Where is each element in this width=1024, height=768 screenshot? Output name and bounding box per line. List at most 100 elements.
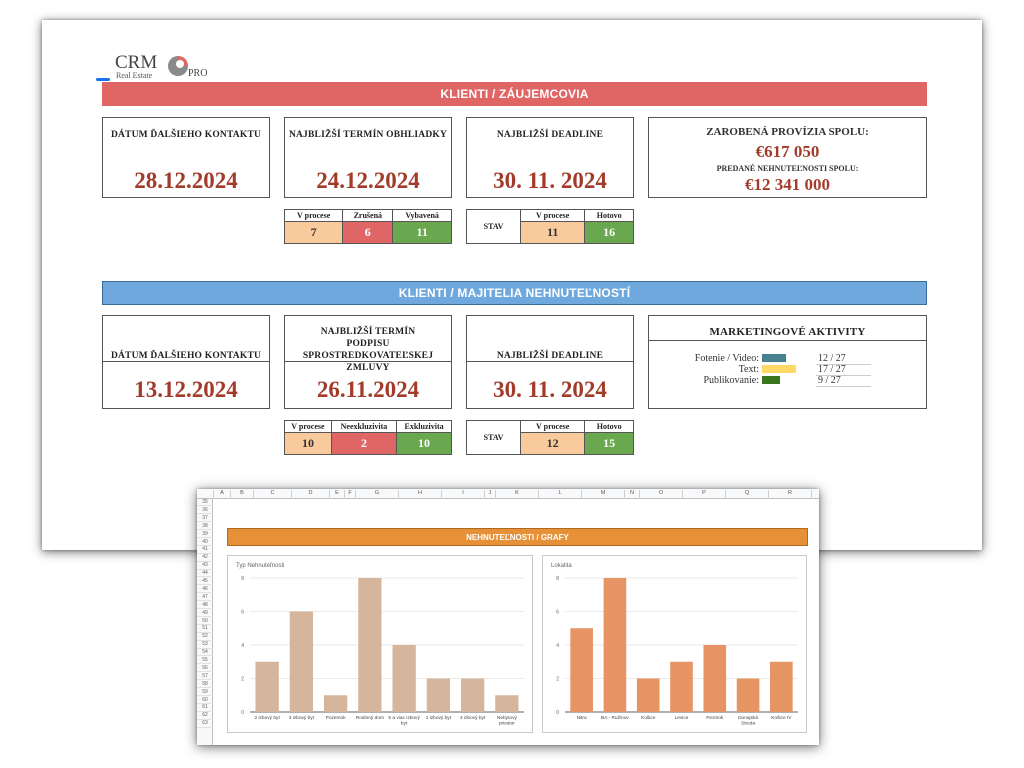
column-header[interactable]: S [811, 490, 819, 499]
next-contact-date: 28.12.2024 [134, 168, 238, 193]
row-header[interactable]: 62 [197, 712, 213, 720]
column-header[interactable]: I [441, 490, 484, 499]
row-header[interactable]: 42 [197, 554, 213, 562]
status-header: Neexkluzivita [330, 420, 398, 433]
column-header[interactable]: C [253, 490, 291, 499]
cell-selection-handle[interactable] [96, 78, 110, 81]
column-header[interactable]: P [682, 490, 725, 499]
status-header: Hotovo [584, 209, 634, 222]
owner-deadline-status-table: STAV V procese Hotovo 12 15 [466, 420, 634, 455]
row-header[interactable]: 48 [197, 602, 213, 610]
row-header[interactable]: 60 [197, 697, 213, 704]
chart-bar [570, 628, 593, 712]
x-tick-label: Nebytový [497, 715, 518, 721]
row-header[interactable]: 46 [197, 586, 213, 594]
row-header[interactable]: 55 [197, 657, 213, 665]
row-header[interactable]: 41 [197, 546, 213, 554]
chart-bar [460, 678, 485, 712]
marketing-progress-bar [762, 354, 786, 362]
column-header-bar: ABCDEFGHIJKLMNOPQRS [197, 489, 819, 499]
row-header[interactable]: 39 [197, 531, 213, 538]
column-header[interactable]: B [230, 490, 253, 499]
section-banner-clients: KLIENTI / ZÁUJEMCOVIA [102, 82, 927, 106]
row-header[interactable]: 57 [197, 673, 213, 681]
row-header[interactable]: 59 [197, 689, 213, 696]
column-header[interactable]: N [624, 490, 639, 499]
logo-suffix-text: PRO [188, 68, 208, 79]
owner-next-contact-card: DÁTUM ĎALŠIEHO KONTAKTU 13.12.2024 [102, 315, 270, 409]
row-header[interactable]: 58 [197, 681, 213, 689]
owner-next-contact-date: 13.12.2024 [134, 377, 238, 402]
location-chart-svg: 0 2 4 6 8 Nitra BA - Ružinov Košice Levice Pezino… [556, 576, 798, 727]
x-tick-label: Košice [641, 715, 656, 721]
x-tick-label: 1 izbový byt [426, 715, 452, 721]
viewing-status-table: V procese Zrušená Vybavená 7 6 11 [283, 209, 452, 244]
row-header[interactable]: 35 [197, 499, 213, 507]
row-header[interactable]: 43 [197, 562, 213, 570]
row-header[interactable]: 54 [197, 649, 213, 657]
dashboard-sheet: C R M Real Estate PRO KLIENTI / ZÁUJEMCOVI… [42, 20, 982, 550]
column-header[interactable]: E [329, 490, 344, 499]
column-header[interactable]: J [484, 490, 495, 499]
row-header[interactable]: 37 [197, 515, 213, 523]
column-header[interactable]: H [398, 490, 441, 499]
row-header[interactable]: 51 [197, 625, 213, 633]
row-header[interactable]: 40 [197, 539, 213, 546]
column-header[interactable]: A [213, 490, 230, 499]
location-chart[interactable]: Lokalita 0 2 4 6 8 Nitra BA - Ružinov Košice Lev… [542, 555, 807, 733]
row-header[interactable]: 63 [197, 720, 213, 728]
chart-bar [392, 645, 416, 712]
x-tick-label: byt [401, 721, 408, 727]
column-header[interactable]: G [355, 490, 398, 499]
column-header[interactable]: F [344, 490, 355, 499]
logo-sub-text: Real Estate [116, 71, 153, 80]
next-viewing-label: NAJBLIŽŠÍ TERMÍN OBHLIADKY [288, 130, 448, 140]
y-tick-label: 2 [556, 677, 559, 683]
chart-bar [736, 678, 760, 712]
stav-label: STAV [466, 209, 521, 244]
row-header[interactable]: 61 [197, 704, 213, 712]
y-tick-label: 6 [556, 610, 559, 616]
marketing-row-label: Publikovanie: [703, 375, 759, 386]
row-header[interactable]: 47 [197, 594, 213, 602]
column-header[interactable]: K [495, 490, 538, 499]
marketing-row-label: Fotenie / Video: [694, 353, 759, 364]
row-header-bar: 35 36 37 38 39 40 41 42 43 44 45 46 47 48 49 50 51 52 53 54… [197, 499, 213, 745]
marketing-card: MARKETINGOVÉ AKTIVITY Fotenie / Video: 1… [648, 315, 927, 409]
card-divider [649, 340, 926, 341]
x-tick-label: Košice IV [771, 715, 792, 721]
chart-bar [358, 578, 382, 712]
y-tick-label: 0 [241, 710, 244, 716]
section-banner-owners: KLIENTI / MAJITELIA NEHNUTEĽNOSTÍ [102, 281, 927, 305]
next-signing-label: NAJBLIŽŠÍ TERMÍN PODPISU SPROSTREDKOVATE… [302, 327, 434, 373]
row-header[interactable]: 36 [197, 507, 213, 515]
row-header[interactable]: 49 [197, 610, 213, 617]
status-value-done: 15 [584, 432, 634, 455]
status-header: Vybavená [392, 209, 452, 222]
next-signing-date: 26.11.2024 [316, 377, 420, 402]
column-header[interactable]: Q [725, 490, 768, 499]
column-header[interactable]: D [291, 490, 329, 499]
column-header[interactable]: M [581, 490, 624, 499]
owner-next-deadline-label: NAJBLIŽŠÍ DEADLINE [496, 351, 604, 361]
column-header[interactable]: L [538, 490, 581, 499]
x-tick-label: Pozemok [326, 715, 347, 721]
row-header[interactable]: 52 [197, 633, 213, 641]
row-header[interactable]: 56 [197, 665, 213, 673]
marketing-progress-bar [762, 376, 780, 384]
row-header[interactable]: 53 [197, 641, 213, 649]
property-type-chart[interactable]: Typ Nehnuteľnosti 024682 izbový byt 3 izb… [227, 555, 533, 733]
row-header[interactable]: 45 [197, 578, 213, 586]
row-header[interactable]: 44 [197, 570, 213, 578]
x-tick-label: 4 izbový byt [460, 715, 486, 721]
status-header: V procese [284, 420, 332, 433]
pie-logo-icon [168, 56, 188, 76]
owner-next-deadline-date: 30. 11. 2024 [493, 377, 607, 402]
column-header[interactable]: R [768, 490, 811, 499]
y-tick-label: 2 [241, 677, 244, 683]
column-header[interactable]: O [639, 490, 682, 499]
status-header: V procese [283, 209, 344, 222]
row-header[interactable]: 38 [197, 523, 213, 531]
row-header[interactable]: 50 [197, 618, 213, 625]
marketing-row-label: Text: [738, 364, 759, 375]
